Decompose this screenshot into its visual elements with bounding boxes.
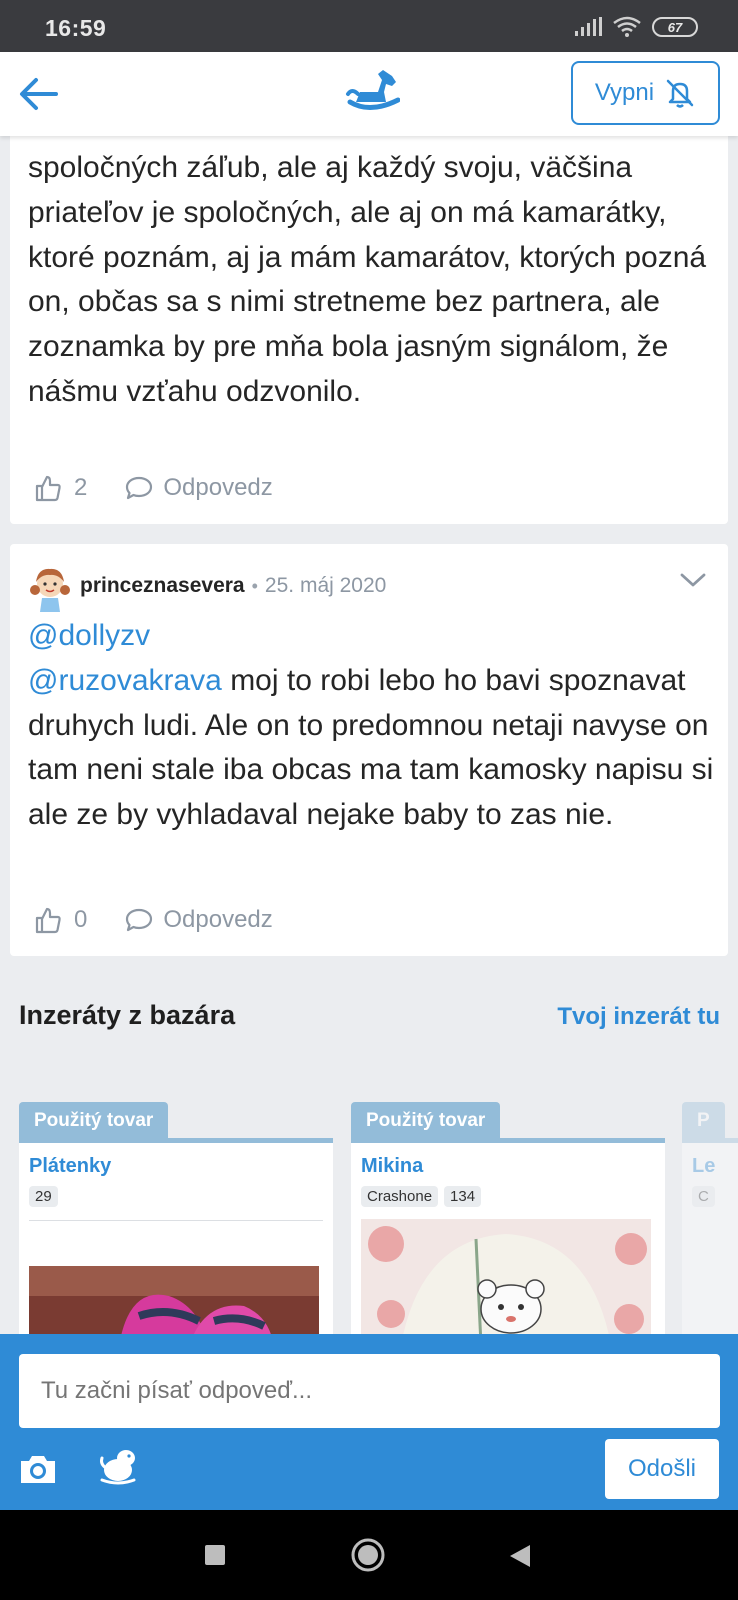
ad-title[interactable]: Mikina: [361, 1155, 423, 1178]
author-name[interactable]: princeznasevera: [80, 574, 245, 598]
status-time: 16:59: [45, 15, 107, 41]
top-header: Vypni: [0, 52, 738, 136]
reply-input[interactable]: [19, 1354, 720, 1428]
divider: [29, 1220, 323, 1221]
ad-brand-chip: Crashone: [361, 1186, 439, 1207]
bazaar-ad-card[interactable]: Použitý tovar Plátenky 29: [19, 1102, 333, 1346]
rocking-horse-logo[interactable]: [340, 66, 400, 118]
back-arrow-icon: [20, 78, 58, 110]
comment-card: princeznasevera • 25. máj 2020 @dollyzv …: [10, 544, 728, 956]
ad-tag: Použitý tovar: [351, 1102, 501, 1140]
thumbs-up-icon: [35, 475, 61, 502]
status-icons: 67: [574, 16, 698, 38]
comment-date: 25. máj 2020: [264, 574, 387, 597]
ad-size-chip: 134: [444, 1186, 482, 1207]
reply-label: Odpovedz: [163, 474, 273, 501]
sticker-icon[interactable]: [96, 1446, 140, 1486]
bazaar-ad-card[interactable]: P Le C: [682, 1102, 738, 1343]
like-button[interactable]: 2: [34, 474, 87, 502]
battery-level: 67: [667, 19, 683, 35]
comment-actions: 2 Odpovedz: [34, 474, 273, 502]
battery-icon: 67: [652, 17, 698, 37]
avatar[interactable]: [28, 564, 72, 612]
ad-chip: C: [692, 1186, 715, 1207]
meta-separator: •: [251, 575, 258, 596]
chevron-down-icon[interactable]: [680, 572, 706, 588]
system-nav-bar: [0, 1510, 738, 1600]
send-button[interactable]: Odošli: [605, 1439, 719, 1499]
like-button[interactable]: 0: [34, 906, 87, 934]
back-nav-icon[interactable]: [508, 1543, 532, 1569]
ad-price-chip: 29: [29, 1186, 58, 1207]
camera-icon[interactable]: [18, 1452, 58, 1486]
reply-label: Odpovedz: [163, 906, 273, 933]
back-button[interactable]: [14, 72, 62, 116]
bazaar-title: Inzeráty z bazára: [19, 1000, 236, 1030]
ad-title[interactable]: Le: [692, 1155, 715, 1178]
signal-icon: [575, 17, 602, 36]
thumbs-up-icon: [35, 907, 61, 934]
recent-apps-icon[interactable]: [204, 1544, 226, 1566]
wifi-icon: [613, 16, 641, 37]
like-count: 2: [74, 474, 88, 501]
bell-off-icon: [666, 79, 694, 108]
comment-icon: [126, 476, 153, 500]
reply-composer: Odošli: [0, 1334, 738, 1510]
ad-image[interactable]: [361, 1219, 651, 1345]
comment-text: spoločných záľub, ale aj každý svoju, vä…: [28, 151, 707, 408]
mention-link[interactable]: @ruzovakrava: [28, 664, 222, 697]
mention-link[interactable]: @dollyzv: [28, 619, 150, 652]
status-bar: 16:59 67: [0, 0, 738, 52]
add-listing-link[interactable]: Tvoj inzerát tu: [557, 1003, 720, 1031]
comment-card: spoločných záľub, ale aj každý svoju, vä…: [10, 120, 728, 524]
like-count: 0: [74, 906, 88, 933]
mute-label: Vypni: [594, 79, 655, 106]
ad-tag: Použitý tovar: [19, 1102, 169, 1140]
reply-button[interactable]: Odpovedz: [125, 906, 273, 934]
ad-tag: P: [682, 1102, 725, 1140]
mute-notifications-button[interactable]: Vypni: [571, 61, 720, 125]
home-icon[interactable]: [350, 1537, 386, 1573]
reply-button[interactable]: Odpovedz: [125, 474, 273, 502]
bazaar-ad-card[interactable]: Použitý tovar Mikina Crashone 134: [351, 1102, 665, 1345]
comment-icon: [126, 908, 153, 932]
comment-meta: princeznasevera • 25. máj 2020: [80, 574, 386, 598]
comment-actions: 0 Odpovedz: [34, 906, 273, 934]
ad-title[interactable]: Plátenky: [29, 1155, 111, 1178]
comment-text: @dollyzv @ruzovakrava moj to robi lebo h…: [28, 614, 718, 838]
